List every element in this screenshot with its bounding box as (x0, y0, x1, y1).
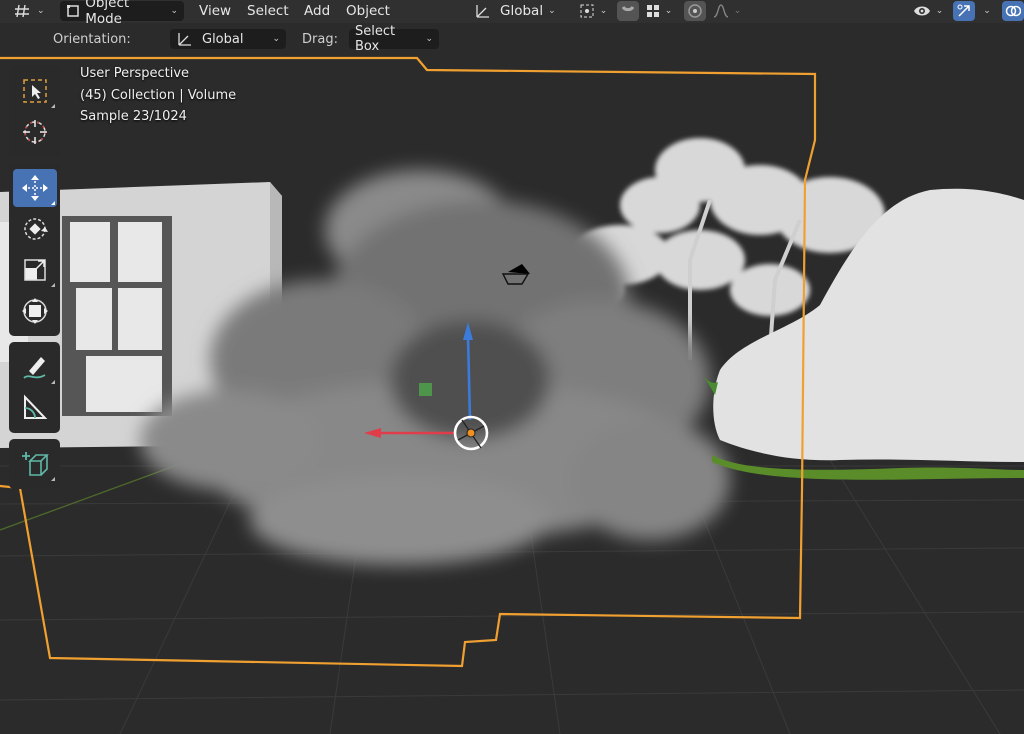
overlays-toggle[interactable] (1002, 1, 1024, 21)
viewport-header: ⌄ Object Mode ⌄ View Select Add Object G… (0, 0, 1024, 27)
overlays-icon (1005, 5, 1021, 17)
pencil-icon (22, 357, 45, 379)
gizmo-dropdown[interactable]: ⌄ (977, 1, 997, 21)
3d-viewport[interactable]: User Perspective (45) Collection | Volum… (0, 55, 1024, 734)
editor-type-button[interactable]: ⌄ (14, 1, 45, 21)
magnet-icon (621, 5, 635, 12)
orientation-icon (476, 5, 489, 18)
orientation-settings-dropdown[interactable]: Global ⌄ (170, 29, 286, 49)
menu-add[interactable]: Add (298, 1, 336, 21)
snap-toggle[interactable] (617, 1, 639, 21)
drag-settings-label: Drag: (302, 32, 338, 47)
ruler-icon (23, 394, 47, 419)
orientation-settings-label: Orientation: (53, 32, 131, 47)
drag-settings-dropdown[interactable]: Select Box ⌄ (349, 24, 439, 54)
pivot-point-dropdown[interactable]: ⌄ (576, 1, 610, 21)
tool-transform[interactable] (13, 292, 57, 330)
tool-group-transform (9, 163, 60, 336)
yz-plane-handle[interactable] (419, 383, 432, 396)
object-origin-dot (466, 428, 476, 438)
orientation-icon (178, 33, 191, 46)
move-icon (21, 175, 48, 201)
tool-move[interactable] (12, 169, 57, 207)
tool-scale[interactable] (13, 251, 57, 289)
rotate-icon (23, 218, 48, 240)
transform-icon (21, 298, 48, 324)
object-mode-icon (67, 5, 79, 17)
tool-select-box[interactable] (13, 72, 57, 110)
tool-rotate[interactable] (13, 210, 57, 248)
falloff-dropdown[interactable]: ⌄ (710, 1, 744, 21)
view-perspective-label: User Perspective (80, 66, 190, 81)
active-collection-label: (45) Collection | Volume (80, 88, 237, 103)
visibility-dropdown[interactable]: ⌄ (910, 1, 946, 21)
drag-settings-value: Select Box (355, 24, 396, 54)
snap-target-dropdown[interactable]: ⌄ (642, 1, 676, 21)
tool-group-annotate (9, 342, 60, 433)
tool-group-select (9, 66, 60, 157)
mode-dropdown[interactable]: Object Mode ⌄ (60, 0, 184, 27)
eye-icon (913, 6, 930, 16)
tool-measure[interactable] (13, 389, 57, 427)
tool-annotate[interactable] (13, 348, 57, 386)
proportional-edit-icon (688, 4, 702, 18)
menu-object[interactable]: Object (340, 1, 396, 21)
menu-view[interactable]: View (193, 1, 237, 21)
select-box-icon (22, 79, 47, 103)
transform-orientation-dropdown[interactable]: Global ⌄ (474, 1, 566, 21)
tool-cursor[interactable] (13, 113, 57, 151)
orientation-settings-value: Global (202, 31, 244, 47)
gizmo-icon (957, 4, 970, 17)
add-cube-icon (21, 452, 49, 476)
snap-grid-icon (646, 5, 659, 17)
tool-group-add (9, 439, 60, 489)
proportional-edit-toggle[interactable] (684, 1, 706, 21)
tool-shelf (9, 66, 60, 495)
orientation-label: Global (500, 3, 544, 19)
render-sample-label: Sample 23/1024 (80, 109, 187, 124)
cursor-icon (22, 120, 47, 144)
scale-icon (23, 259, 46, 281)
tool-add-cube[interactable] (13, 445, 57, 483)
tool-settings-bar: Orientation: Global ⌄ Drag: Select Box ⌄ (0, 23, 1024, 55)
scene-render (0, 56, 1024, 734)
grid-icon (15, 4, 29, 18)
pivot-icon (580, 4, 594, 18)
gizmo-toggle[interactable] (953, 1, 975, 21)
falloff-curve-icon (713, 4, 728, 18)
menu-select[interactable]: Select (241, 1, 295, 21)
